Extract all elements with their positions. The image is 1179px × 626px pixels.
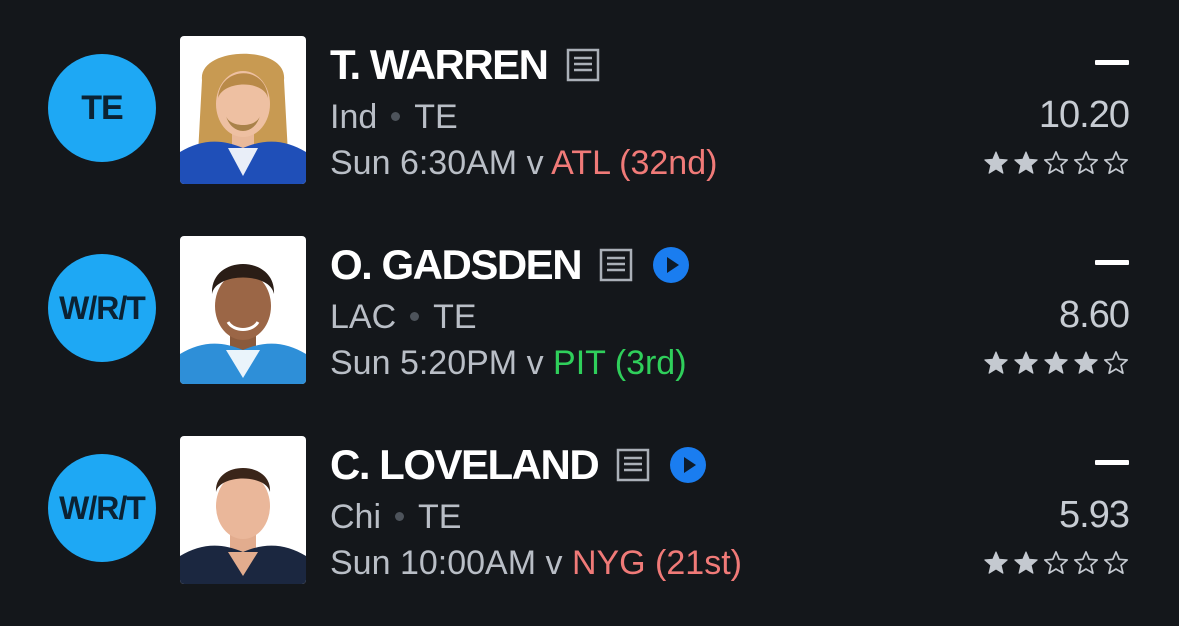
position-label: TE bbox=[414, 98, 458, 136]
star-filled-icon bbox=[1014, 151, 1038, 174]
star-outline-icon bbox=[1043, 151, 1069, 175]
game-info: Sun 6:30AM v ATL (32nd) bbox=[330, 144, 717, 183]
player-row[interactable]: W/R/T O. GADSDEN LAC TE Sun 5:20PM v PIT … bbox=[0, 208, 1179, 408]
star-filled-icon bbox=[984, 151, 1008, 174]
player-headshot[interactable] bbox=[180, 36, 306, 184]
player-list-screen: { "players": [ { "slot": "TE", "name": "… bbox=[0, 0, 1179, 626]
roster-slot-badge[interactable]: W/R/T bbox=[48, 254, 156, 362]
player-row[interactable]: TE T. WARREN Ind TE Sun 6:30AM v ATL (32n… bbox=[0, 8, 1179, 208]
team-abbr: Chi bbox=[330, 498, 382, 536]
star-outline-icon bbox=[1103, 151, 1129, 175]
separator-dot bbox=[395, 511, 405, 521]
game-info: Sun 5:20PM v PIT (3rd) bbox=[330, 344, 687, 383]
star-rating bbox=[983, 550, 1129, 576]
player-row[interactable]: W/R/T C. LOVELAND Chi TE Sun 10:00AM v NY… bbox=[0, 408, 1179, 608]
star-filled-icon bbox=[1044, 351, 1068, 374]
position-label: TE bbox=[418, 498, 462, 536]
player-notes-icon[interactable] bbox=[616, 448, 650, 482]
player-name[interactable]: O. GADSDEN bbox=[330, 241, 583, 289]
game-time: Sun 6:30AM v bbox=[330, 144, 544, 182]
roster-slot-badge[interactable]: TE bbox=[48, 54, 156, 162]
star-outline-icon bbox=[1043, 551, 1069, 575]
star-rating bbox=[983, 350, 1129, 376]
game-time: Sun 10:00AM v bbox=[330, 544, 563, 582]
salary-dash bbox=[1095, 60, 1129, 65]
separator-dot bbox=[391, 111, 401, 121]
star-outline-icon bbox=[1073, 551, 1099, 575]
game-info: Sun 10:00AM v NYG (21st) bbox=[330, 544, 742, 583]
slot-label: W/R/T bbox=[59, 289, 146, 326]
star-filled-icon bbox=[1074, 351, 1098, 374]
projected-points: 5.93 bbox=[1059, 494, 1130, 536]
game-time: Sun 5:20PM v bbox=[330, 344, 544, 382]
roster-slot-badge[interactable]: W/R/T bbox=[48, 454, 156, 562]
slot-label: TE bbox=[81, 88, 123, 127]
opponent-rank: NYG (21st) bbox=[571, 544, 742, 582]
projected-points: 10.20 bbox=[1038, 94, 1130, 136]
player-headshot[interactable] bbox=[180, 436, 306, 584]
star-outline-icon bbox=[1073, 151, 1099, 175]
star-filled-icon bbox=[984, 351, 1008, 374]
opponent-rank: PIT (3rd) bbox=[553, 344, 687, 382]
player-notes-icon[interactable] bbox=[599, 248, 633, 282]
opponent-rank: ATL (32nd) bbox=[551, 144, 718, 182]
star-filled-icon bbox=[1014, 551, 1038, 574]
salary-dash bbox=[1095, 260, 1129, 265]
star-filled-icon bbox=[1014, 351, 1038, 374]
player-notes-icon[interactable] bbox=[566, 48, 600, 82]
separator-dot bbox=[410, 311, 420, 321]
player-name[interactable]: T. WARREN bbox=[330, 41, 549, 89]
player-headshot[interactable] bbox=[180, 236, 306, 384]
salary-dash bbox=[1095, 460, 1129, 465]
star-outline-icon bbox=[1103, 351, 1129, 375]
play-video-icon[interactable] bbox=[670, 447, 707, 483]
projected-points: 8.60 bbox=[1059, 294, 1130, 336]
team-position: Chi TE bbox=[330, 498, 461, 537]
team-position: Ind TE bbox=[330, 98, 458, 137]
star-outline-icon bbox=[1103, 551, 1129, 575]
slot-label: W/R/T bbox=[59, 489, 146, 526]
team-abbr: Ind bbox=[330, 98, 378, 136]
star-rating bbox=[983, 150, 1129, 176]
player-name[interactable]: C. LOVELAND bbox=[330, 441, 600, 489]
position-label: TE bbox=[433, 298, 477, 336]
team-position: LAC TE bbox=[330, 298, 477, 337]
play-video-icon[interactable] bbox=[653, 247, 690, 283]
star-filled-icon bbox=[984, 551, 1008, 574]
team-abbr: LAC bbox=[330, 298, 397, 336]
